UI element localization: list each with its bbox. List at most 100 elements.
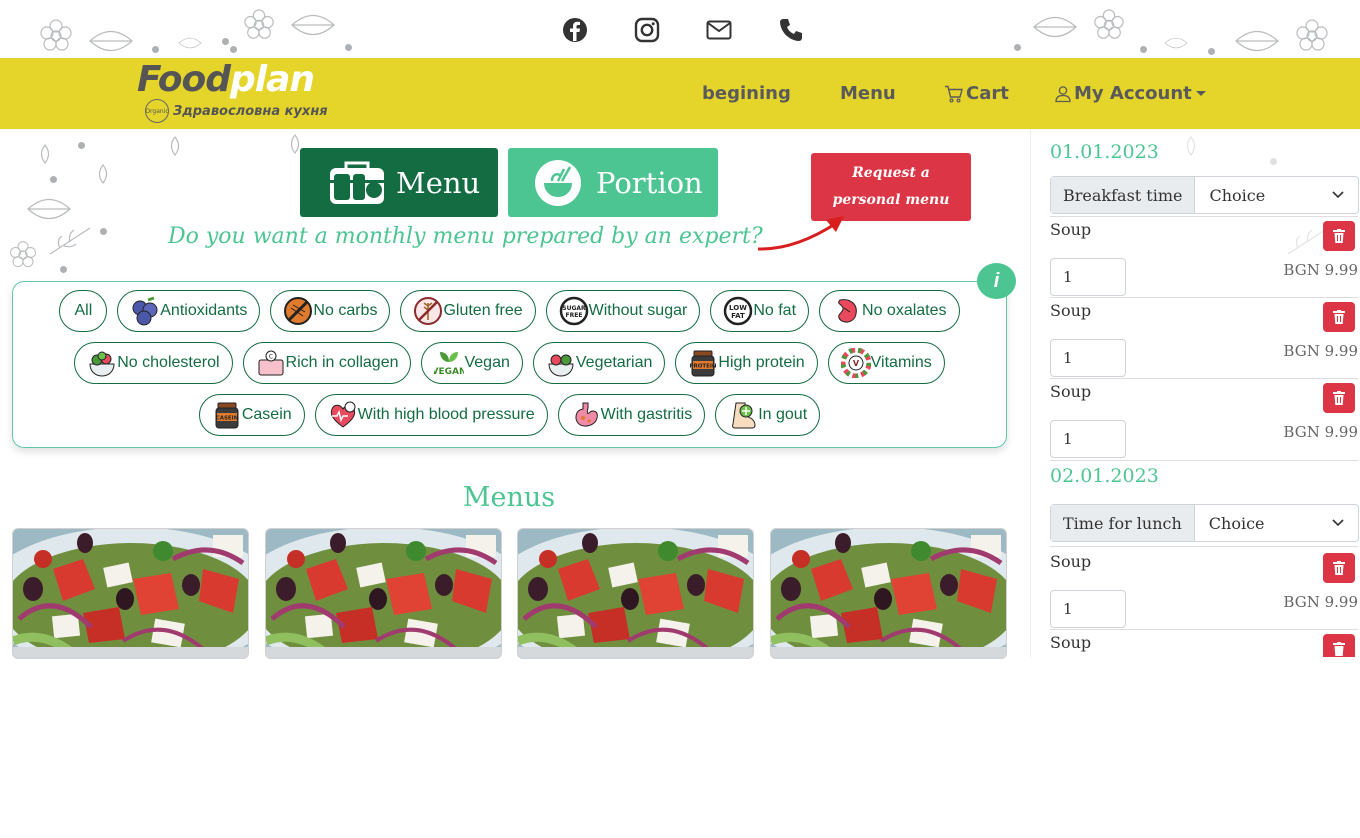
info-button[interactable]: i bbox=[977, 263, 1016, 299]
trash-icon bbox=[1333, 310, 1345, 324]
casein-jar-icon: CASEIN bbox=[215, 402, 239, 429]
leaf-decoration-icon bbox=[98, 164, 108, 184]
request-label-line2: personal menu bbox=[832, 192, 950, 208]
filter-vegetarian[interactable]: Vegetarian bbox=[532, 342, 666, 384]
menu-card-image[interactable] bbox=[770, 528, 1007, 659]
filter-no-cholesterol[interactable]: No cholesterol bbox=[74, 342, 233, 384]
meal-item-name: Soup bbox=[1050, 220, 1092, 239]
filter-vitamins[interactable]: V Vitamins bbox=[827, 342, 945, 384]
delete-item-button[interactable] bbox=[1323, 634, 1355, 657]
foot-icon bbox=[732, 402, 756, 429]
filter-gastritis-label: With gastritis bbox=[600, 406, 693, 423]
filter-row-3: CASEIN Casein With high blood pressure W… bbox=[13, 394, 1006, 436]
chevron-down-icon bbox=[1332, 519, 1344, 527]
filter-high-blood-pressure[interactable]: With high blood pressure bbox=[314, 394, 548, 436]
svg-text:CASEIN: CASEIN bbox=[216, 416, 239, 422]
lunchbox-icon bbox=[330, 161, 384, 204]
filter-casein[interactable]: CASEIN Casein bbox=[198, 394, 305, 436]
low-fat-icon: LOWFAT bbox=[724, 296, 753, 326]
nav-account-dropdown[interactable]: My Account bbox=[1054, 58, 1209, 129]
greek-salad-image bbox=[518, 529, 753, 658]
filter-gout[interactable]: In gout bbox=[715, 394, 821, 436]
blueberry-icon bbox=[132, 296, 158, 326]
day-date: 01.01.2023 bbox=[1050, 141, 1159, 163]
filter-no-fat[interactable]: LOW FAT No fat bbox=[710, 290, 810, 332]
menu-card-image[interactable] bbox=[12, 528, 249, 659]
item-price: BGN 9.99 bbox=[1283, 593, 1358, 611]
quantity-input[interactable]: 1 bbox=[1050, 258, 1126, 296]
greek-salad-image bbox=[771, 529, 1006, 658]
svg-text:C: C bbox=[268, 354, 272, 361]
chevron-down-icon bbox=[1332, 191, 1344, 199]
quantity-input[interactable]: 1 bbox=[1050, 339, 1126, 377]
filter-high-protein[interactable]: PROTEIN High protein bbox=[675, 342, 818, 384]
filter-row-2: No cholesterol C Rich in collagen VEGAN … bbox=[13, 342, 1006, 384]
menus-section-title: Menus bbox=[462, 482, 556, 513]
svg-text:PROTEIN: PROTEIN bbox=[690, 364, 717, 370]
brand-logo[interactable]: Foodplan bbox=[137, 58, 315, 102]
trash-icon bbox=[1333, 642, 1345, 656]
menu-card-image[interactable] bbox=[265, 528, 502, 659]
filter-no-carbs[interactable]: No carbs bbox=[270, 290, 391, 332]
facebook-icon[interactable] bbox=[561, 16, 589, 44]
filter-vegan[interactable]: VEGAN Vegan bbox=[421, 342, 523, 384]
svg-text:FREE: FREE bbox=[565, 312, 582, 319]
caret-down-icon bbox=[1195, 90, 1206, 96]
delete-item-button[interactable] bbox=[1323, 221, 1355, 251]
brand-tagline: Здравословна кухня bbox=[173, 103, 328, 119]
filter-high-blood-pressure-label: With high blood pressure bbox=[357, 406, 535, 423]
item-price: BGN 9.99 bbox=[1283, 261, 1358, 279]
filter-rich-in-collagen-label: Rich in collagen bbox=[285, 354, 399, 371]
vegetarian-bowl-icon bbox=[548, 354, 574, 377]
meal-item-name: Soup bbox=[1050, 382, 1092, 401]
cart-icon bbox=[945, 85, 963, 103]
quantity-input[interactable]: 1 bbox=[1050, 590, 1126, 628]
heart-pressure-icon bbox=[330, 401, 356, 428]
delete-item-button[interactable] bbox=[1323, 383, 1355, 413]
filter-no-oxalates[interactable]: No oxalates bbox=[819, 290, 960, 332]
request-personal-menu-button[interactable]: Request a personal menu bbox=[811, 153, 971, 221]
portion-button[interactable]: Portion bbox=[508, 148, 718, 217]
phone-icon[interactable] bbox=[777, 16, 805, 44]
nav-cart[interactable]: Cart bbox=[944, 58, 1009, 129]
meal-choice-select[interactable]: Choice bbox=[1195, 177, 1358, 213]
meal-time-select-group: Time for lunch Choice bbox=[1050, 504, 1359, 542]
svg-text:VEGAN: VEGAN bbox=[434, 367, 464, 377]
organic-badge-icon: Organic bbox=[145, 99, 169, 123]
filter-rich-in-collagen[interactable]: C Rich in collagen bbox=[242, 342, 412, 384]
salad-icon bbox=[89, 351, 115, 377]
filter-gluten-free[interactable]: Gluten free bbox=[400, 290, 536, 332]
delete-item-button[interactable] bbox=[1323, 302, 1355, 332]
quantity-input[interactable]: 1 bbox=[1050, 420, 1126, 458]
portion-button-label: Portion bbox=[596, 165, 703, 200]
menu-card-image[interactable] bbox=[517, 528, 754, 659]
filter-without-sugar-label: Without sugar bbox=[588, 302, 688, 319]
svg-text:LOW: LOW bbox=[729, 304, 747, 312]
branch-decoration-icon bbox=[49, 227, 91, 255]
item-price: BGN 9.99 bbox=[1283, 342, 1358, 360]
svg-text:V: V bbox=[853, 359, 860, 368]
filter-all[interactable]: All bbox=[59, 290, 108, 332]
instagram-icon[interactable] bbox=[633, 16, 661, 44]
filter-gastritis[interactable]: With gastritis bbox=[557, 394, 706, 436]
filter-no-carbs-label: No carbs bbox=[313, 302, 378, 319]
filter-high-protein-label: High protein bbox=[718, 354, 805, 371]
nav-home[interactable]: begining bbox=[702, 58, 791, 129]
delete-item-button[interactable] bbox=[1323, 553, 1355, 583]
meal-time-label: Time for lunch bbox=[1051, 505, 1195, 541]
brand-name-part2: plan bbox=[230, 59, 315, 100]
user-icon bbox=[1055, 85, 1071, 102]
meal-choice-select[interactable]: Choice bbox=[1195, 505, 1358, 541]
menu-button[interactable]: Menu bbox=[300, 148, 498, 217]
leaf-decoration-icon bbox=[40, 144, 50, 164]
filter-gluten-free-label: Gluten free bbox=[443, 302, 523, 319]
arrow-pointer-icon bbox=[757, 216, 844, 251]
diet-filter-panel: All Antioxidants No carbs Gluten free SU… bbox=[12, 281, 1007, 448]
filter-without-sugar[interactable]: SUGAR FREE Without sugar bbox=[545, 290, 701, 332]
filter-antioxidants[interactable]: Antioxidants bbox=[117, 290, 261, 332]
kidney-icon bbox=[838, 299, 857, 323]
no-carbs-icon bbox=[284, 297, 313, 325]
nav-cart-label: Cart bbox=[966, 83, 1009, 104]
envelope-icon[interactable] bbox=[705, 16, 733, 44]
nav-menu[interactable]: Menu bbox=[840, 58, 896, 129]
